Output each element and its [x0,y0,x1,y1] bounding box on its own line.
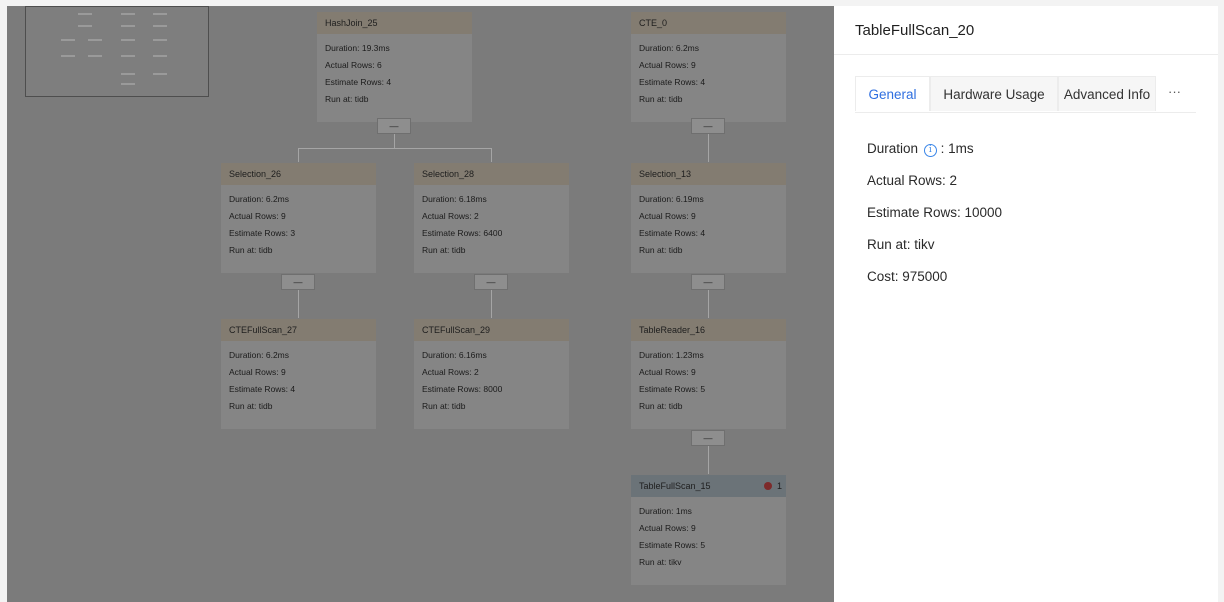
node-run-at: Run at: tikv [639,557,682,567]
plan-node[interactable]: CTEFullScan_27 Duration: 6.2ms Actual Ro… [221,319,376,429]
plan-node[interactable]: TableFullScan_15 1 Duration: 1ms Actual … [631,475,786,585]
node-duration: Duration: 6.2ms [229,194,289,204]
node-title: CTEFullScan_29 [414,319,569,341]
node-actual-rows: Actual Rows: 9 [639,60,696,70]
estimate-rows: Estimate Rows: 10000 [867,205,1003,220]
node-run-at: Run at: tidb [325,94,369,104]
node-title: CTEFullScan_27 [221,319,376,341]
node-estimate-rows: Estimate Rows: 4 [325,77,392,87]
node-title: HashJoin_25 [317,12,472,34]
duration-label: Duration [867,141,919,156]
node-estimate-rows: Estimate Rows: 5 [639,384,706,394]
plan-node[interactable]: Selection_28 Duration: 6.18ms Actual Row… [414,163,569,273]
node-estimate-rows: Estimate Rows: 4 [639,228,706,238]
node-actual-rows: Actual Rows: 9 [229,367,286,377]
plan-node[interactable]: CTE_0 Duration: 6.2ms Actual Rows: 9 Est… [631,12,786,122]
error-dot-icon [764,482,772,490]
info-icon[interactable]: i [923,144,937,157]
node-estimate-rows: Estimate Rows: 3 [229,228,296,238]
node-duration: Duration: 6.19ms [639,194,704,204]
detail-panel: TableFullScan_20 General Hardware Usage … [834,6,1218,602]
node-actual-rows: Actual Rows: 9 [639,523,696,533]
node-actual-rows: Actual Rows: 2 [422,211,479,221]
node-estimate-rows: Estimate Rows: 4 [229,384,296,394]
node-title-text: TableFullScan_15 [639,481,711,491]
node-run-at: Run at: tidb [229,245,273,255]
node-run-at: Run at: tidb [639,94,683,104]
node-title: CTE_0 [631,12,786,34]
node-actual-rows: Actual Rows: 9 [639,211,696,221]
node-duration: Duration: 6.2ms [639,43,699,53]
duration-value: : 1ms [940,141,974,156]
plan-node[interactable]: HashJoin_25 Duration: 19.3ms Actual Rows… [317,12,472,122]
collapse-button[interactable]: — [377,118,411,134]
node-estimate-rows: Estimate Rows: 8000 [422,384,503,394]
node-duration: Duration: 6.2ms [229,350,289,360]
plan-graph-canvas[interactable]: HashJoin_25 Duration: 19.3ms Actual Rows… [7,6,834,602]
tab-hardware-usage[interactable]: Hardware Usage [930,76,1058,111]
node-run-at: Run at: tidb [229,401,273,411]
plan-node[interactable]: CTEFullScan_29 Duration: 6.16ms Actual R… [414,319,569,429]
node-run-at: Run at: tidb [639,401,683,411]
node-actual-rows: Actual Rows: 9 [639,367,696,377]
collapse-button[interactable]: — [691,430,725,446]
detail-tabs: General Hardware Usage Advanced Info ··· [855,76,1196,113]
node-duration: Duration: 6.18ms [422,194,487,204]
plan-node[interactable]: TableReader_16 Duration: 1.23ms Actual R… [631,319,786,429]
node-title: Selection_26 [221,163,376,185]
collapse-button[interactable]: — [281,274,315,290]
node-title: Selection_28 [414,163,569,185]
plan-node[interactable]: Selection_13 Duration: 6.19ms Actual Row… [631,163,786,273]
node-run-at: Run at: tidb [639,245,683,255]
node-actual-rows: Actual Rows: 2 [422,367,479,377]
node-run-at: Run at: tidb [422,245,466,255]
node-duration: Duration: 1.23ms [639,350,704,360]
cost: Cost: 975000 [867,269,948,284]
node-estimate-rows: Estimate Rows: 6400 [422,228,503,238]
node-actual-rows: Actual Rows: 9 [229,211,286,221]
node-title: Selection_13 [631,163,786,185]
node-estimate-rows: Estimate Rows: 4 [639,77,706,87]
minimap[interactable] [25,6,209,97]
collapse-button[interactable]: — [691,274,725,290]
more-icon[interactable]: ··· [1168,76,1181,111]
node-estimate-rows: Estimate Rows: 5 [639,540,706,550]
panel-title: TableFullScan_20 [834,6,1218,55]
node-title: TableFullScan_15 1 [631,475,786,497]
node-title: TableReader_16 [631,319,786,341]
tab-advanced-info[interactable]: Advanced Info [1058,76,1156,111]
duration-row: Duration i : 1ms [867,140,1002,172]
general-info: Duration i : 1ms Actual Rows: 2 Estimate… [867,140,1002,300]
collapse-button[interactable]: — [474,274,508,290]
warning-count: 1 [776,481,782,491]
node-duration: Duration: 6.16ms [422,350,487,360]
node-actual-rows: Actual Rows: 6 [325,60,382,70]
node-duration: Duration: 19.3ms [325,43,390,53]
collapse-button[interactable]: — [691,118,725,134]
actual-rows: Actual Rows: 2 [867,173,958,188]
node-duration: Duration: 1ms [639,506,692,516]
tab-general[interactable]: General [855,76,930,111]
plan-node[interactable]: Selection_26 Duration: 6.2ms Actual Rows… [221,163,376,273]
run-at: Run at: tikv [867,237,935,252]
node-run-at: Run at: tidb [422,401,466,411]
